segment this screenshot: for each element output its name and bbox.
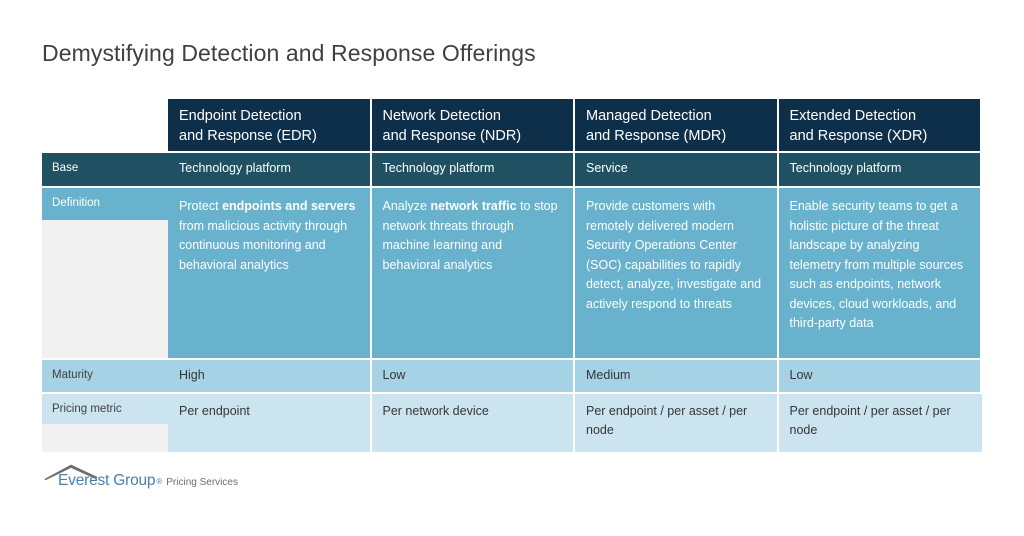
everest-group-logo: Everest Group ® Pricing Services bbox=[44, 464, 238, 494]
cell-definition-edr: Protect endpoints and servers from malic… bbox=[168, 188, 372, 358]
column-header-ndr: Network Detection and Response (NDR) bbox=[371, 99, 575, 151]
table-corner-cell bbox=[42, 99, 168, 151]
cell-definition-ndr-emphasis: network traffic bbox=[430, 199, 517, 213]
cell-maturity-edr: High bbox=[168, 360, 372, 392]
column-header-ndr-line1: Network Detection bbox=[382, 108, 501, 124]
cell-definition-ndr: Analyze network traffic to stop network … bbox=[371, 188, 575, 358]
logo-registered-mark: ® bbox=[156, 477, 163, 486]
cell-base-mdr: Service bbox=[575, 153, 779, 186]
cell-definition-edr-emphasis: endpoints and servers bbox=[222, 199, 356, 213]
cell-pricing-ndr: Per network device bbox=[371, 394, 575, 452]
cell-definition-ndr-pre: Analyze bbox=[382, 199, 431, 213]
column-header-edr: Endpoint Detection and Response (EDR) bbox=[168, 99, 372, 151]
row-label-pricing: Pricing metric bbox=[42, 394, 168, 424]
cell-pricing-xdr: Per endpoint / per asset / per node bbox=[778, 394, 982, 452]
cell-definition-edr-pre: Protect bbox=[179, 199, 223, 213]
page-title: Demystifying Detection and Response Offe… bbox=[42, 40, 536, 66]
column-header-xdr-line1: Extended Detection bbox=[789, 108, 917, 124]
cell-definition-xdr: Enable security teams to get a holistic … bbox=[778, 188, 982, 358]
column-header-mdr-line2: and Response (MDR) bbox=[586, 128, 727, 144]
cell-base-edr: Technology platform bbox=[168, 153, 372, 186]
column-header-edr-line1: Endpoint Detection bbox=[179, 108, 302, 124]
cell-definition-edr-post: from malicious activity through continuo… bbox=[179, 218, 348, 272]
footer: Everest Group ® Pricing Services bbox=[44, 464, 238, 494]
column-header-xdr: Extended Detection and Response (XDR) bbox=[778, 99, 982, 151]
cell-definition-mdr: Provide customers with remotely delivere… bbox=[575, 188, 779, 358]
column-header-ndr-line2: and Response (NDR) bbox=[382, 128, 522, 144]
cell-base-ndr: Technology platform bbox=[371, 153, 575, 186]
logo-tagline: Pricing Services bbox=[166, 477, 238, 488]
cell-pricing-mdr: Per endpoint / per asset / per node bbox=[575, 394, 779, 452]
cell-maturity-mdr: Medium bbox=[575, 360, 779, 392]
cell-base-xdr: Technology platform bbox=[778, 153, 982, 186]
logo-wordmark: Everest Group bbox=[58, 472, 156, 489]
row-label-definition-wrap: Definition bbox=[42, 188, 168, 358]
column-header-xdr-line2: and Response (XDR) bbox=[789, 128, 928, 144]
cell-maturity-xdr: Low bbox=[778, 360, 982, 392]
column-header-mdr-line1: Managed Detection bbox=[586, 108, 712, 124]
row-label-pricing-wrap: Pricing metric bbox=[42, 394, 168, 452]
row-label-maturity: Maturity bbox=[42, 360, 168, 392]
cell-maturity-ndr: Low bbox=[371, 360, 575, 392]
column-header-edr-line2: and Response (EDR) bbox=[179, 128, 317, 144]
column-header-mdr: Managed Detection and Response (MDR) bbox=[575, 99, 779, 151]
cell-pricing-edr: Per endpoint bbox=[168, 394, 372, 452]
row-label-base: Base bbox=[42, 153, 168, 186]
row-label-definition: Definition bbox=[42, 188, 168, 220]
comparison-table: Endpoint Detection and Response (EDR) Ne… bbox=[42, 99, 982, 459]
